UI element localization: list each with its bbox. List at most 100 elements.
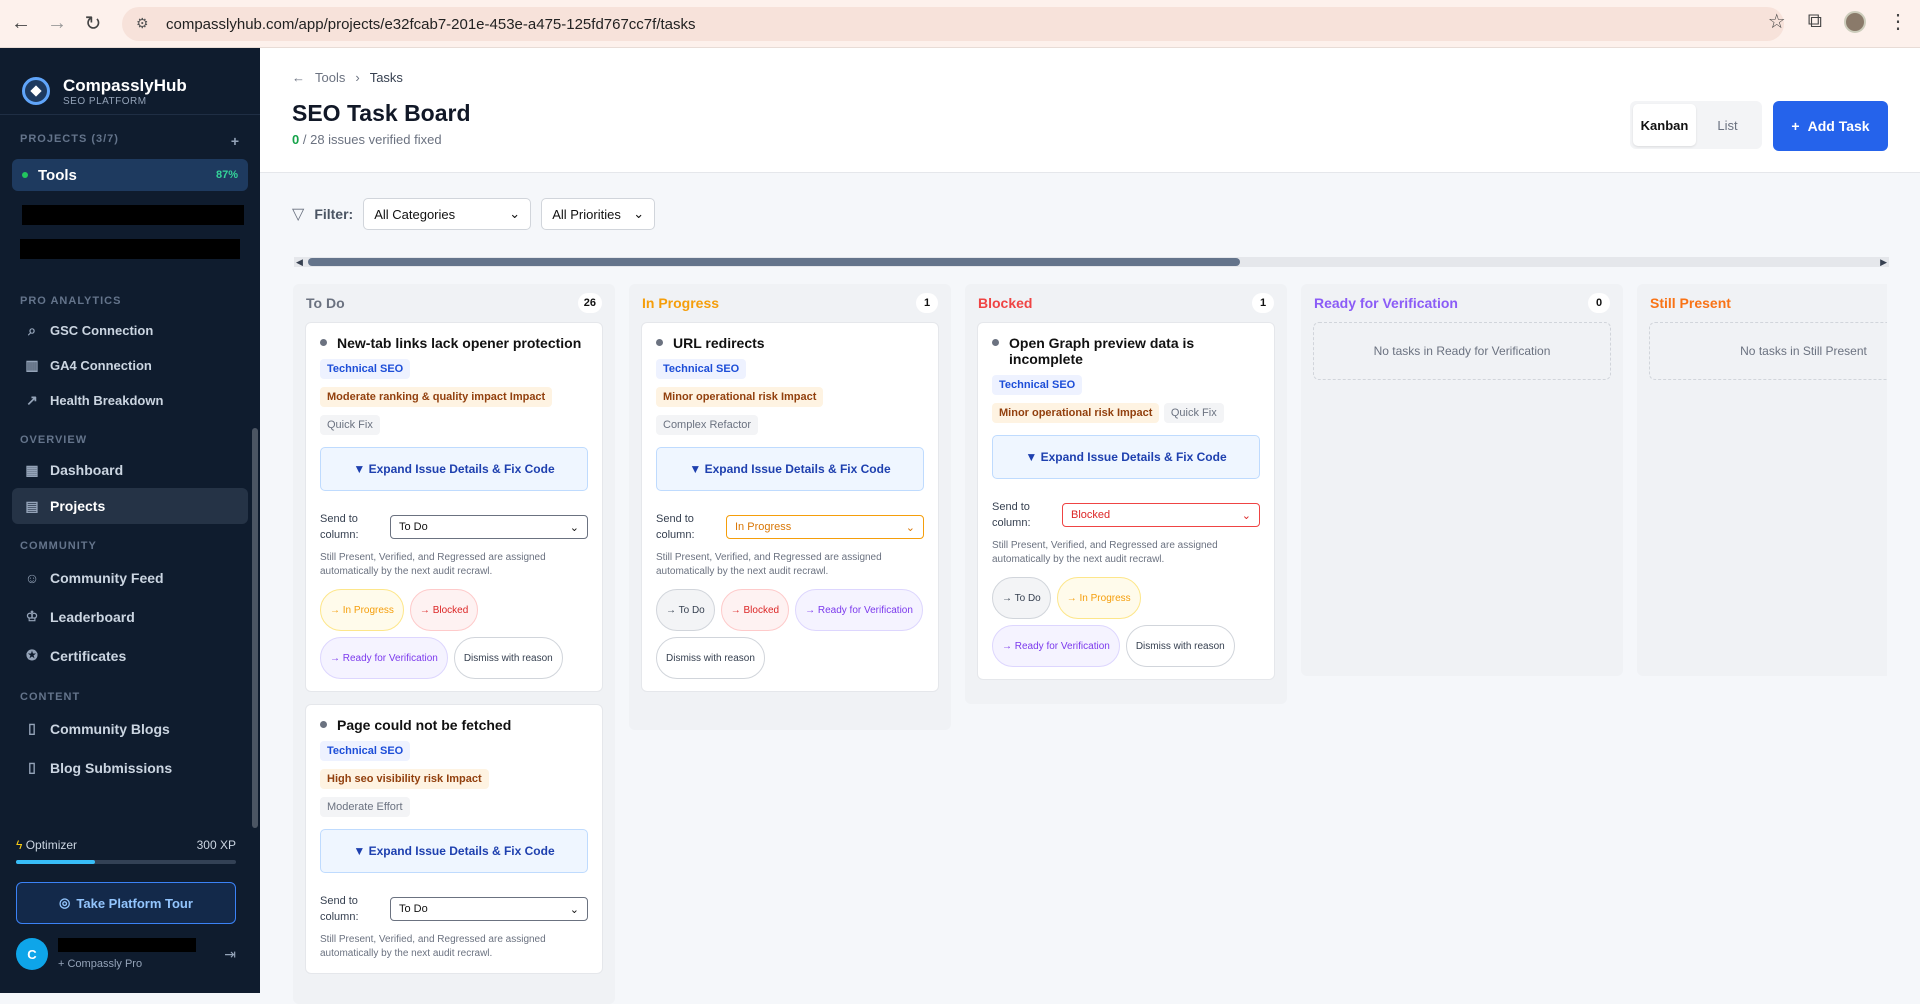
award-icon: ✪	[26, 647, 38, 663]
move-in-progress-button[interactable]: → In Progress	[320, 589, 404, 631]
menu-kebab-icon[interactable]: ⋮	[1888, 9, 1908, 34]
column-select[interactable]: In Progress ⌄	[726, 515, 924, 539]
sidebar-scrollbar[interactable]	[252, 428, 258, 828]
address-bar[interactable]: ⚙ compasslyhub.com/app/projects/e32fcab7…	[122, 7, 1784, 41]
redacted-project[interactable]	[22, 205, 244, 225]
take-tour-button[interactable]: ◎ Take Platform Tour	[16, 882, 236, 924]
status-dot	[656, 339, 663, 346]
move-blocked-button[interactable]: → Blocked	[720, 589, 790, 631]
move-in-progress-button[interactable]: → In Progress	[1056, 577, 1141, 619]
impact-badge: High seo visibility risk Impact	[320, 769, 489, 789]
back-icon[interactable]: ←	[6, 9, 36, 39]
logout-icon[interactable]: ⇥	[224, 946, 236, 963]
add-task-label: Add Task	[1807, 118, 1870, 134]
status-dot	[320, 339, 327, 346]
effort-badge: Moderate Effort	[320, 797, 410, 817]
bookmark-star-icon[interactable]: ☆	[1768, 9, 1786, 34]
reload-icon[interactable]: ↻	[78, 9, 108, 39]
scroll-right-icon[interactable]: ▶	[1880, 257, 1887, 267]
send-to-label: Send to column:	[992, 501, 1031, 529]
xp-progress-fill	[16, 860, 96, 864]
board-scrollbar[interactable]: ◀ ▶	[294, 257, 1889, 267]
column-count: 26	[577, 293, 602, 313]
nav-dashboard[interactable]: ▦ Dashboard	[0, 452, 260, 488]
column-header: To Do 26	[293, 284, 615, 322]
nav-gsc-connection[interactable]: ⌕ GSC Connection	[0, 313, 260, 348]
content-label: CONTENT	[20, 691, 81, 703]
task-card[interactable]: URL redirects Technical SEO Minor operat…	[641, 322, 939, 692]
view-list-button[interactable]: List	[1696, 104, 1759, 146]
url-text: compasslyhub.com/app/projects/e32fcab7-2…	[166, 15, 696, 33]
column-select[interactable]: To Do ⌄	[390, 897, 588, 921]
column-select[interactable]: To Do ⌄	[390, 515, 588, 539]
redacted-project[interactable]	[20, 239, 240, 259]
user-row[interactable]: C + Compassly Pro ⇥	[0, 924, 252, 970]
task-card[interactable]: Page could not be fetched Technical SEO …	[305, 704, 603, 974]
expand-details-button[interactable]: ▼ Expand Issue Details & Fix Code	[320, 447, 588, 491]
expand-details-button[interactable]: ▼ Expand Issue Details & Fix Code	[992, 435, 1260, 479]
scroll-left-icon[interactable]: ◀	[296, 257, 303, 267]
nav-blog-submissions[interactable]: ▯ Blog Submissions	[0, 748, 260, 787]
column-title: Still Present	[1650, 295, 1731, 311]
move-ready-button[interactable]: → Ready for Verification	[320, 637, 448, 679]
category-badge: Technical SEO	[320, 359, 411, 379]
nav-community-blogs[interactable]: ▯ Community Blogs	[0, 709, 260, 748]
column-ready-for-verification: Ready for Verification 0 No tasks in Rea…	[1301, 284, 1623, 676]
move-ready-button[interactable]: → Ready for Verification	[795, 589, 923, 631]
send-to-label: Send to column:	[320, 513, 359, 541]
site-info-icon[interactable]: ⚙	[136, 15, 154, 33]
brand-name: CompasslyHub	[63, 75, 187, 95]
redacted-username	[58, 938, 196, 952]
empty-column-message: No tasks in Ready for Verification	[1313, 322, 1611, 380]
nav-certificates[interactable]: ✪ Certificates	[0, 636, 260, 675]
nav-leaderboard[interactable]: ♔ Leaderboard	[0, 597, 260, 636]
chevron-right-icon: ›	[355, 70, 360, 85]
bolt-icon: ϟ	[16, 838, 26, 852]
column-title: Blocked	[978, 295, 1033, 311]
forward-icon[interactable]: →	[42, 9, 72, 39]
chevron-down-icon: ⌄	[1241, 509, 1251, 522]
book-icon: ▯	[28, 720, 36, 736]
send-to-label: Send to column:	[656, 513, 695, 541]
users-icon: ☺	[24, 569, 40, 586]
nav-ga4-connection[interactable]: ▥ GA4 Connection	[0, 348, 260, 383]
move-blocked-button[interactable]: → Blocked	[409, 589, 479, 631]
overview-label: OVERVIEW	[20, 434, 88, 446]
brand[interactable]: CompasslyHub SEO PLATFORM	[0, 48, 260, 114]
add-task-button[interactable]: + Add Task	[1773, 101, 1888, 151]
status-dot	[992, 339, 999, 346]
priority-select[interactable]: All Priorities ⌄	[541, 198, 656, 230]
xp-progress-bar	[16, 860, 236, 864]
dismiss-button[interactable]: Dismiss with reason	[1125, 625, 1235, 667]
xp-row: ϟ Optimizer 300 XP	[0, 838, 252, 852]
dismiss-button[interactable]: Dismiss with reason	[453, 637, 563, 679]
task-card[interactable]: Open Graph preview data is incomplete Te…	[977, 322, 1275, 680]
view-kanban-button[interactable]: Kanban	[1633, 104, 1696, 146]
nav-projects[interactable]: ▤ Projects	[12, 488, 248, 524]
dismiss-button[interactable]: Dismiss with reason	[656, 637, 765, 679]
book-open-icon: ▯	[28, 759, 36, 775]
extensions-icon[interactable]: ⧉	[1808, 10, 1822, 33]
task-card[interactable]: New-tab links lack opener protection Tec…	[305, 322, 603, 692]
profile-avatar-icon[interactable]	[1844, 10, 1866, 33]
view-toggle: Kanban List	[1630, 101, 1762, 149]
tour-label: Take Platform Tour	[76, 895, 193, 911]
breadcrumb-tools[interactable]: Tools	[315, 70, 345, 85]
expand-details-button[interactable]: ▼ Expand Issue Details & Fix Code	[656, 447, 924, 491]
sidebar: CompasslyHub SEO PLATFORM PROJECTS (3/7)…	[0, 48, 260, 993]
move-ready-button[interactable]: → Ready for Verification	[992, 625, 1120, 667]
verified-summary: 0 / 28 issues verified fixed	[292, 132, 442, 147]
project-item-tools[interactable]: Tools 87%	[12, 159, 248, 191]
column-select[interactable]: Blocked ⌄	[1062, 503, 1260, 527]
arrow-left-icon[interactable]: ←	[292, 70, 305, 85]
nav-health-breakdown[interactable]: ↗ Health Breakdown	[0, 383, 260, 418]
nav-community-feed[interactable]: ☺ Community Feed	[0, 558, 260, 597]
category-select[interactable]: All Categories ⌄	[363, 198, 532, 230]
scrollbar-thumb[interactable]	[308, 258, 1240, 266]
add-project-icon[interactable]: +	[231, 133, 240, 149]
move-todo-button[interactable]: → To Do	[992, 577, 1051, 619]
main-content: ← Tools › Tasks SEO Task Board 0 / 28 is…	[260, 48, 1920, 1004]
column-in-progress: In Progress 1 URL redirects Technical SE…	[629, 284, 951, 730]
move-todo-button[interactable]: → To Do	[656, 589, 715, 631]
expand-details-button[interactable]: ▼ Expand Issue Details & Fix Code	[320, 829, 588, 873]
